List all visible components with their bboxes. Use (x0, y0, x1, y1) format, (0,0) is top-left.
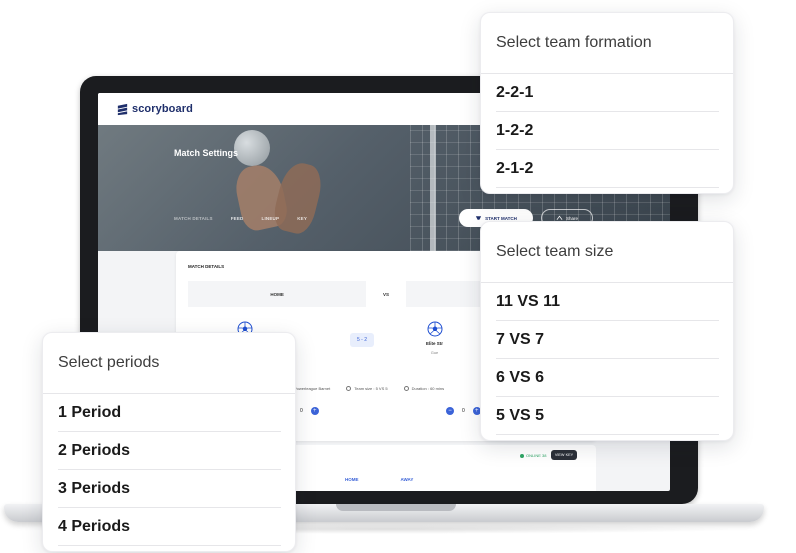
formation-option-1-2-2[interactable]: 1-2-2 (496, 112, 719, 150)
team-formation-dropdown: Select team formation 2-2-1 1-2-2 2-1-2 (480, 12, 734, 194)
duration-info: Duration : 60 mins (403, 386, 445, 391)
periods-title: Select periods (43, 333, 295, 394)
period-option-1[interactable]: 1 Period (58, 394, 281, 432)
periods-dropdown: Select periods 1 Period 2 Periods 3 Peri… (42, 332, 296, 552)
formation-option-2-2-1[interactable]: 2-2-1 (496, 74, 719, 112)
clock-icon (403, 386, 409, 391)
vs-header: VS (370, 281, 402, 307)
tab-key[interactable]: KEY (297, 216, 307, 221)
view-key-button[interactable]: VIEW KEY (551, 450, 577, 460)
size-option-11v11[interactable]: 11 VS 11 (496, 283, 719, 321)
goalkeeper-hand-image (270, 159, 326, 237)
logo-text: scoryboard (132, 103, 193, 115)
soccer-ball-icon (427, 321, 442, 337)
goal-post-image (430, 125, 436, 251)
share-label: Share (565, 215, 578, 221)
tab-home[interactable]: HOME (345, 477, 359, 482)
team-size-info: Team size : 5 VS 5 (346, 386, 388, 391)
score-badge: 5 - 2 (350, 333, 374, 347)
ball-image (234, 130, 270, 166)
match-tabs: MATCH DETAILS FEED LINEUP KEY (174, 216, 307, 221)
online-status: ONLINE 38 (520, 453, 546, 458)
away-count: 0 (462, 408, 465, 414)
period-option-4[interactable]: 4 Periods (58, 508, 281, 546)
laptop-notch (336, 504, 456, 511)
online-label: ONLINE 38 (526, 453, 547, 458)
duration-text: Duration : 60 mins (411, 386, 445, 391)
team-size-text: Team size : 5 VS 5 (354, 386, 388, 391)
page-title: Match Settings (174, 148, 239, 158)
away-team: Elite Str Gue (426, 321, 443, 355)
logo-icon (117, 103, 128, 115)
size-option-6v6[interactable]: 6 VS 6 (496, 359, 719, 397)
online-dot-icon (520, 453, 524, 458)
team-formation-title: Select team formation (481, 13, 733, 74)
lineup-tabs: HOME AWAY (345, 477, 413, 482)
away-score-stepper: − 0 + (446, 407, 481, 415)
team-size-title: Select team size (481, 222, 733, 283)
size-option-7v7[interactable]: 7 VS 7 (496, 321, 719, 359)
players-icon (346, 386, 352, 391)
period-option-3[interactable]: 3 Periods (58, 470, 281, 508)
team-size-dropdown: Select team size 11 VS 11 7 VS 7 6 VS 6 … (480, 221, 734, 441)
home-header: HOME (188, 281, 367, 307)
start-match-label: START MATCH (485, 215, 517, 221)
tab-feed[interactable]: FEED (231, 216, 244, 221)
formation-option-2-1-2[interactable]: 2-1-2 (496, 150, 719, 188)
scoryboard-logo[interactable]: scoryboard (116, 103, 193, 116)
home-count: 0 (300, 408, 303, 414)
home-score-stepper: 0 + (300, 407, 319, 415)
away-team-subtitle: Gue (430, 350, 439, 355)
whistle-icon (475, 216, 482, 220)
match-info-row: Powerleague Barnet Team size : 5 VS 5 Du… (286, 386, 444, 391)
tab-match-details[interactable]: MATCH DETAILS (174, 216, 213, 221)
tab-lineup[interactable]: LINEUP (262, 216, 280, 221)
period-option-2[interactable]: 2 Periods (58, 432, 281, 470)
match-details-title: MATCH DETAILS (188, 264, 225, 269)
minus-button[interactable]: − (446, 407, 454, 415)
plus-button[interactable]: + (310, 407, 319, 415)
tournament-text: Powerleague Barnet (294, 386, 331, 391)
size-option-5v5[interactable]: 5 VS 5 (496, 397, 719, 435)
away-team-name: Elite Str (426, 341, 444, 346)
tab-away[interactable]: AWAY (401, 477, 414, 482)
